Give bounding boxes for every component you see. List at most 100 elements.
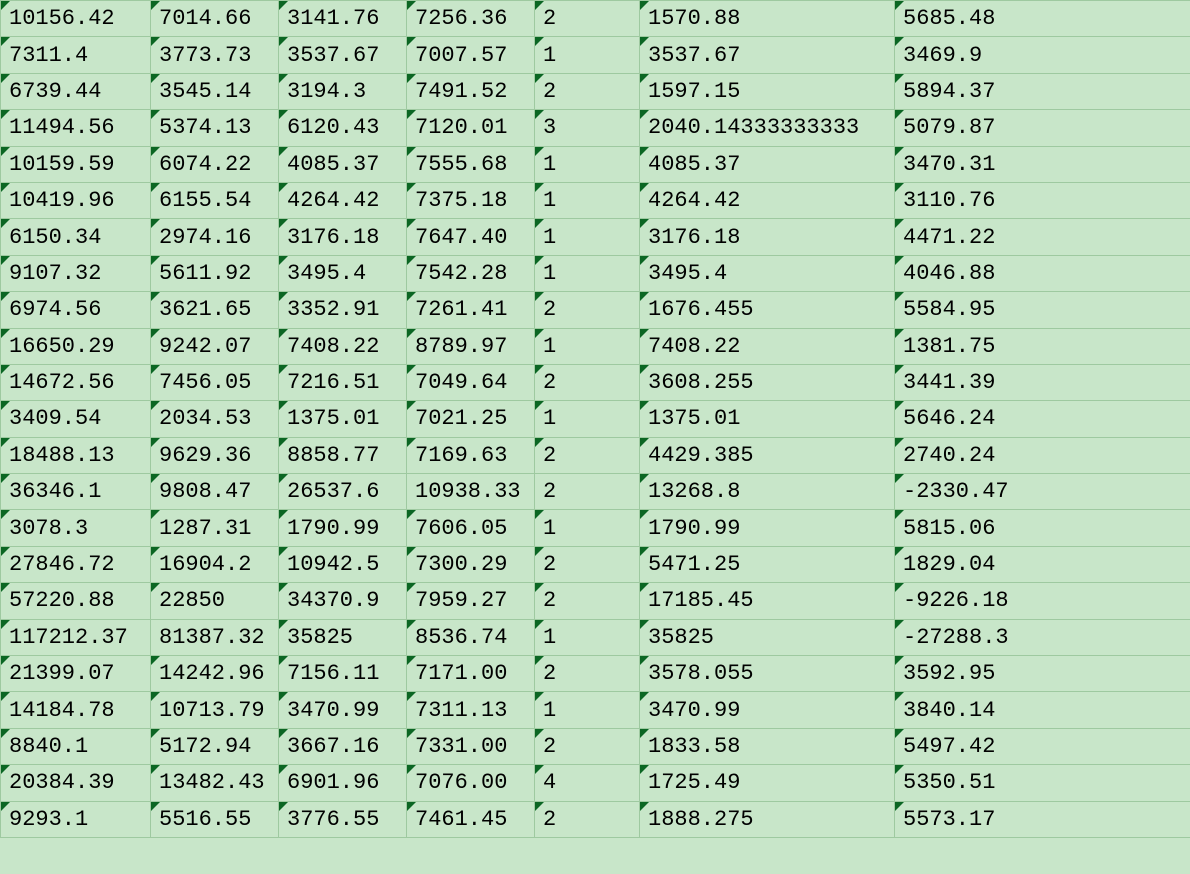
spreadsheet-grid[interactable]: 10156.427014.663141.767256.3621570.88568… [0, 0, 1190, 838]
cell[interactable]: 21399.07 [1, 656, 151, 692]
cell[interactable]: 7216.51 [279, 364, 407, 400]
cell[interactable]: 3352.91 [279, 292, 407, 328]
cell[interactable]: 1 [535, 619, 640, 655]
cell[interactable]: 20384.39 [1, 765, 151, 801]
cell[interactable]: 10156.42 [1, 1, 151, 37]
cell[interactable]: 7331.00 [407, 728, 535, 764]
cell[interactable]: 6120.43 [279, 110, 407, 146]
cell[interactable]: 3495.4 [640, 255, 895, 291]
cell[interactable]: 2040.14333333333 [640, 110, 895, 146]
cell[interactable]: 7555.68 [407, 146, 535, 182]
cell[interactable]: 1 [535, 692, 640, 728]
cell[interactable]: 3141.76 [279, 1, 407, 37]
cell[interactable]: 3409.54 [1, 401, 151, 437]
cell[interactable]: 2 [535, 364, 640, 400]
cell[interactable]: 7491.52 [407, 73, 535, 109]
cell[interactable]: 5350.51 [895, 765, 1190, 801]
cell[interactable]: 3176.18 [640, 219, 895, 255]
cell[interactable]: 3667.16 [279, 728, 407, 764]
cell[interactable]: 1888.275 [640, 801, 895, 837]
cell[interactable]: 9242.07 [151, 328, 279, 364]
cell[interactable]: 4429.385 [640, 437, 895, 473]
cell[interactable]: -27288.3 [895, 619, 1190, 655]
cell[interactable]: 4 [535, 765, 640, 801]
cell[interactable]: 3578.055 [640, 656, 895, 692]
cell[interactable]: 7606.05 [407, 510, 535, 546]
cell[interactable]: 3110.76 [895, 182, 1190, 218]
cell[interactable]: 5815.06 [895, 510, 1190, 546]
cell[interactable]: 3773.73 [151, 37, 279, 73]
cell[interactable]: 1381.75 [895, 328, 1190, 364]
cell[interactable]: 5374.13 [151, 110, 279, 146]
cell[interactable]: 1725.49 [640, 765, 895, 801]
cell[interactable]: 18488.13 [1, 437, 151, 473]
cell[interactable]: 27846.72 [1, 546, 151, 582]
cell[interactable]: 3078.3 [1, 510, 151, 546]
cell[interactable]: 7014.66 [151, 1, 279, 37]
cell[interactable]: 6974.56 [1, 292, 151, 328]
cell[interactable]: 13268.8 [640, 474, 895, 510]
cell[interactable]: 22850 [151, 583, 279, 619]
cell[interactable]: 7120.01 [407, 110, 535, 146]
cell[interactable]: 14242.96 [151, 656, 279, 692]
cell[interactable]: 3537.67 [279, 37, 407, 73]
cell[interactable]: 2 [535, 1, 640, 37]
cell[interactable]: 7647.40 [407, 219, 535, 255]
cell[interactable]: 3592.95 [895, 656, 1190, 692]
cell[interactable]: 11494.56 [1, 110, 151, 146]
cell[interactable]: 117212.37 [1, 619, 151, 655]
cell[interactable]: 13482.43 [151, 765, 279, 801]
cell[interactable]: 5497.42 [895, 728, 1190, 764]
cell[interactable]: 34370.9 [279, 583, 407, 619]
cell[interactable]: 1597.15 [640, 73, 895, 109]
cell[interactable]: 35825 [279, 619, 407, 655]
cell[interactable]: 2974.16 [151, 219, 279, 255]
cell[interactable]: 2 [535, 656, 640, 692]
cell[interactable]: 9808.47 [151, 474, 279, 510]
cell[interactable]: 4264.42 [640, 182, 895, 218]
cell[interactable]: 1287.31 [151, 510, 279, 546]
cell[interactable]: 1790.99 [640, 510, 895, 546]
cell[interactable]: 7300.29 [407, 546, 535, 582]
cell[interactable]: 1 [535, 146, 640, 182]
cell[interactable]: 1 [535, 219, 640, 255]
cell[interactable]: 4264.42 [279, 182, 407, 218]
cell[interactable]: 5894.37 [895, 73, 1190, 109]
cell[interactable]: 1676.455 [640, 292, 895, 328]
cell[interactable]: 3469.9 [895, 37, 1190, 73]
cell[interactable]: 4085.37 [279, 146, 407, 182]
cell[interactable]: 3776.55 [279, 801, 407, 837]
cell[interactable]: 8840.1 [1, 728, 151, 764]
cell[interactable]: 3545.14 [151, 73, 279, 109]
cell[interactable]: 1 [535, 182, 640, 218]
cell[interactable]: 6901.96 [279, 765, 407, 801]
cell[interactable]: 17185.45 [640, 583, 895, 619]
cell[interactable]: 6074.22 [151, 146, 279, 182]
cell[interactable]: 7408.22 [279, 328, 407, 364]
cell[interactable]: 1829.04 [895, 546, 1190, 582]
cell[interactable]: 2 [535, 546, 640, 582]
cell[interactable]: 5584.95 [895, 292, 1190, 328]
cell[interactable]: 10942.5 [279, 546, 407, 582]
cell[interactable]: 16904.2 [151, 546, 279, 582]
cell[interactable]: 2 [535, 292, 640, 328]
cell[interactable]: 4046.88 [895, 255, 1190, 291]
cell[interactable]: 14184.78 [1, 692, 151, 728]
cell[interactable]: 7021.25 [407, 401, 535, 437]
cell[interactable]: 3470.31 [895, 146, 1190, 182]
cell[interactable]: 1 [535, 401, 640, 437]
cell[interactable]: 3194.3 [279, 73, 407, 109]
cell[interactable]: 7542.28 [407, 255, 535, 291]
cell[interactable]: 3470.99 [640, 692, 895, 728]
cell[interactable]: 8536.74 [407, 619, 535, 655]
cell[interactable]: 57220.88 [1, 583, 151, 619]
cell[interactable]: 1570.88 [640, 1, 895, 37]
cell[interactable]: 7375.18 [407, 182, 535, 218]
cell[interactable]: 9629.36 [151, 437, 279, 473]
cell[interactable]: 3470.99 [279, 692, 407, 728]
cell[interactable]: 1 [535, 510, 640, 546]
cell[interactable]: 7959.27 [407, 583, 535, 619]
cell[interactable]: 3621.65 [151, 292, 279, 328]
cell[interactable]: 7461.45 [407, 801, 535, 837]
cell[interactable]: 5079.87 [895, 110, 1190, 146]
